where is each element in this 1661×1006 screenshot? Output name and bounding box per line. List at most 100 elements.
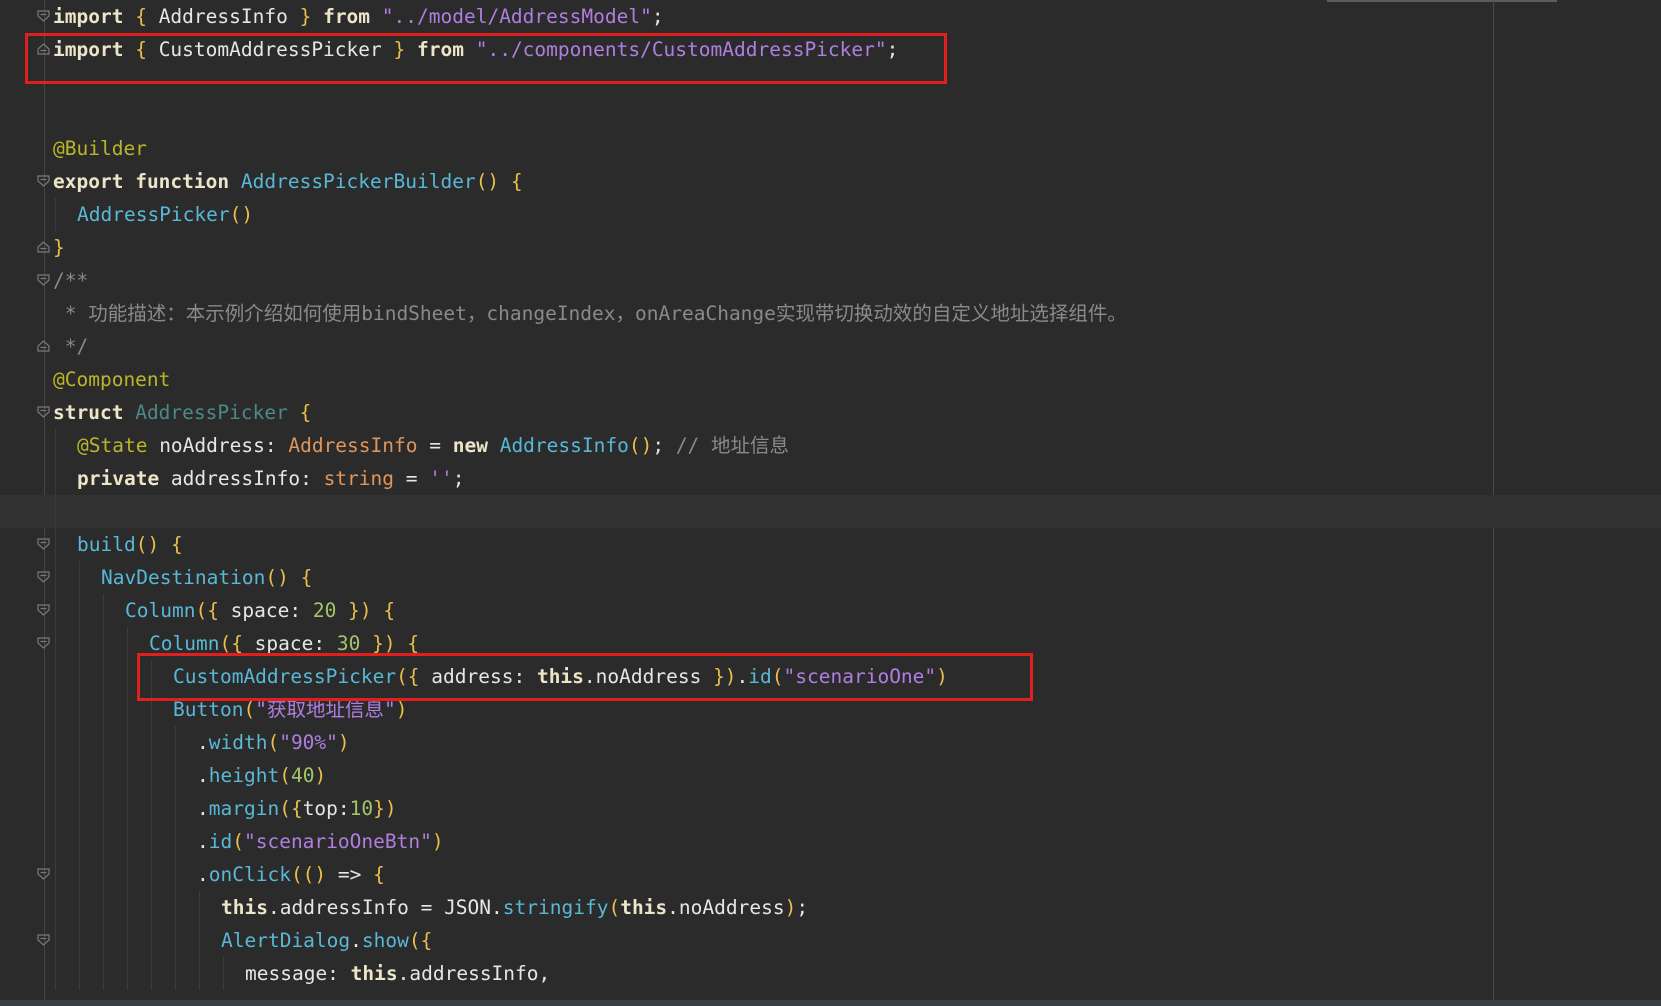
code-text[interactable]: * 功能描述：本示例介绍如何使用bindSheet，changeIndex，on…	[53, 297, 1127, 330]
indent-guide	[151, 858, 152, 891]
code-line[interactable]: @Component	[0, 363, 1661, 396]
code-line[interactable]: export function AddressPickerBuilder() {	[0, 165, 1661, 198]
code-line[interactable]: Column({ space: 20 }) {	[0, 594, 1661, 627]
code-line[interactable]	[0, 99, 1661, 132]
code-token: =	[394, 467, 430, 490]
code-token: })	[373, 797, 397, 820]
code-text[interactable]: private addressInfo: string = '';	[77, 462, 464, 495]
indent-guide	[103, 792, 104, 825]
code-token: this	[620, 896, 668, 919]
code-token: .	[197, 830, 209, 853]
indent-guide	[103, 693, 104, 726]
code-text[interactable]: import { AddressInfo } from "../model/Ad…	[53, 0, 664, 33]
code-text[interactable]: }	[53, 231, 65, 264]
code-line[interactable]: /**	[0, 264, 1661, 297]
code-line[interactable]: NavDestination() {	[0, 561, 1661, 594]
code-line[interactable]: .height(40)	[0, 759, 1661, 792]
code-token: ({	[219, 632, 243, 655]
fold-end-icon[interactable]	[37, 241, 50, 253]
code-text[interactable]: .height(40)	[197, 759, 326, 792]
code-line[interactable]: }	[0, 231, 1661, 264]
code-line[interactable]: build() {	[0, 528, 1661, 561]
code-line[interactable]: @Builder	[0, 132, 1661, 165]
code-line[interactable]: */	[0, 330, 1661, 363]
code-line[interactable]: .id("scenarioOneBtn")	[0, 825, 1661, 858]
fold-end-icon[interactable]	[37, 340, 50, 352]
code-text[interactable]: struct AddressPicker {	[53, 396, 311, 429]
code-text[interactable]: NavDestination() {	[101, 561, 312, 594]
code-text[interactable]: .onClick(() => {	[197, 858, 385, 891]
indent-guide	[55, 924, 56, 957]
code-line[interactable]: AddressPicker()	[0, 198, 1661, 231]
indent-guide	[127, 660, 128, 693]
indent-guide	[55, 726, 56, 759]
indent-guide	[55, 891, 56, 924]
code-text[interactable]: Column({ space: 20 }) {	[125, 594, 395, 627]
code-token: new	[452, 434, 488, 457]
code-line[interactable]: private addressInfo: string = '';	[0, 462, 1661, 495]
fold-open-icon[interactable]	[37, 604, 50, 616]
code-line[interactable]: AlertDialog.show({	[0, 924, 1661, 957]
code-line[interactable]: import { AddressInfo } from "../model/Ad…	[0, 0, 1661, 33]
indent-guide	[151, 759, 152, 792]
code-text[interactable]: @State noAddress: AddressInfo = new Addr…	[77, 429, 789, 462]
indent-guide	[79, 660, 80, 693]
indent-guide	[175, 726, 176, 759]
code-line[interactable]	[0, 495, 1661, 528]
code-token: private	[77, 467, 160, 490]
code-line[interactable]: message: this.addressInfo,	[0, 957, 1661, 990]
code-token: .	[350, 929, 362, 952]
code-line[interactable]: * 功能描述：本示例介绍如何使用bindSheet，changeIndex，on…	[0, 297, 1661, 330]
code-text[interactable]: build() {	[77, 528, 183, 561]
code-text[interactable]: .width("90%")	[197, 726, 350, 759]
indent-guide	[151, 792, 152, 825]
code-text[interactable]: /**	[53, 264, 88, 297]
code-token: .addressInfo,	[397, 962, 551, 985]
code-token: {	[510, 170, 523, 193]
code-token: {	[300, 566, 313, 589]
code-lines[interactable]: import { AddressInfo } from "../model/Ad…	[0, 0, 1661, 990]
fold-open-icon[interactable]	[37, 175, 50, 187]
code-line[interactable]: .onClick(() => {	[0, 858, 1661, 891]
indent-guide	[151, 891, 152, 924]
indent-guide	[103, 726, 104, 759]
indent-guide	[151, 957, 152, 990]
code-token: ()	[475, 170, 500, 193]
indent-guide	[199, 924, 200, 957]
code-token: )	[337, 731, 350, 754]
indent-guide	[175, 957, 176, 990]
code-token: margin	[208, 797, 280, 820]
code-editor[interactable]: import { AddressInfo } from "../model/Ad…	[0, 0, 1661, 1006]
code-token: ()	[628, 434, 653, 457]
fold-open-icon[interactable]	[37, 637, 50, 649]
code-line[interactable]: struct AddressPicker {	[0, 396, 1661, 429]
code-text[interactable]: @Component	[53, 363, 170, 396]
code-text[interactable]: this.addressInfo = JSON.stringify(this.n…	[221, 891, 808, 924]
code-text[interactable]: */	[53, 330, 89, 363]
code-text[interactable]: message: this.addressInfo,	[245, 957, 550, 990]
indent-guide	[79, 594, 80, 627]
fold-open-icon[interactable]	[37, 538, 50, 550]
code-text[interactable]: @Builder	[53, 132, 147, 165]
indent-guide	[103, 891, 104, 924]
code-text[interactable]: AddressPicker()	[77, 198, 253, 231]
code-line[interactable]: .width("90%")	[0, 726, 1661, 759]
code-token: ;	[452, 467, 465, 490]
indent-guide	[127, 924, 128, 957]
fold-open-icon[interactable]	[37, 934, 50, 946]
code-text[interactable]: AlertDialog.show({	[221, 924, 432, 957]
code-text[interactable]: .id("scenarioOneBtn")	[197, 825, 444, 858]
fold-open-icon[interactable]	[37, 406, 50, 418]
code-line[interactable]: this.addressInfo = JSON.stringify(this.n…	[0, 891, 1661, 924]
fold-open-icon[interactable]	[37, 10, 50, 22]
fold-open-icon[interactable]	[37, 274, 50, 286]
code-line[interactable]: @State noAddress: AddressInfo = new Addr…	[0, 429, 1661, 462]
code-line[interactable]: .margin({top:10})	[0, 792, 1661, 825]
fold-open-icon[interactable]	[37, 571, 50, 583]
indent-guide	[79, 792, 80, 825]
code-text[interactable]: export function AddressPickerBuilder() {	[53, 165, 523, 198]
code-text[interactable]: .margin({top:10})	[197, 792, 397, 825]
fold-open-icon[interactable]	[37, 868, 50, 880]
